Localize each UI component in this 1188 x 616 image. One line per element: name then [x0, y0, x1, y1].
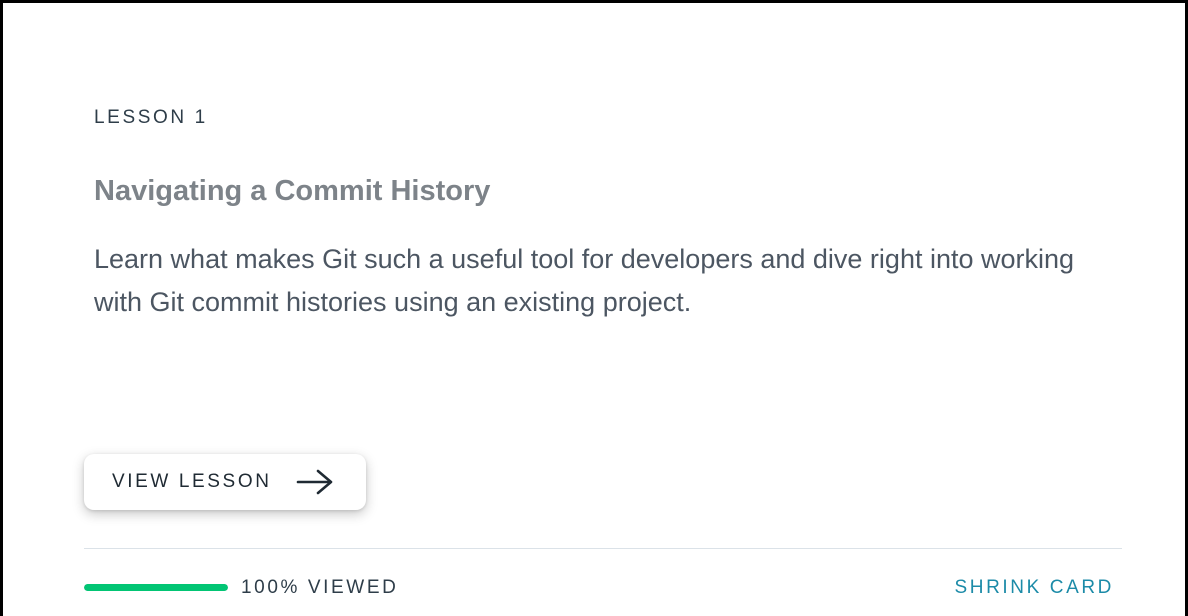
progress-bar-fill [84, 584, 228, 591]
shrink-card-link[interactable]: SHRINK CARD [954, 576, 1114, 600]
arrow-right-icon [296, 468, 334, 496]
lesson-title: Navigating a Commit History [94, 175, 491, 207]
lesson-number-label: LESSON 1 [94, 107, 208, 128]
lesson-description: Learn what makes Git such a useful tool … [94, 244, 1075, 317]
progress-bar [84, 584, 228, 591]
progress-label: 100% VIEWED [241, 577, 399, 598]
view-lesson-label: VIEW LESSON [112, 471, 272, 492]
lesson-card: LESSON 1 Navigating a Commit History Lea… [0, 0, 1188, 616]
view-lesson-button[interactable]: VIEW LESSON [84, 454, 366, 510]
divider [84, 548, 1122, 549]
